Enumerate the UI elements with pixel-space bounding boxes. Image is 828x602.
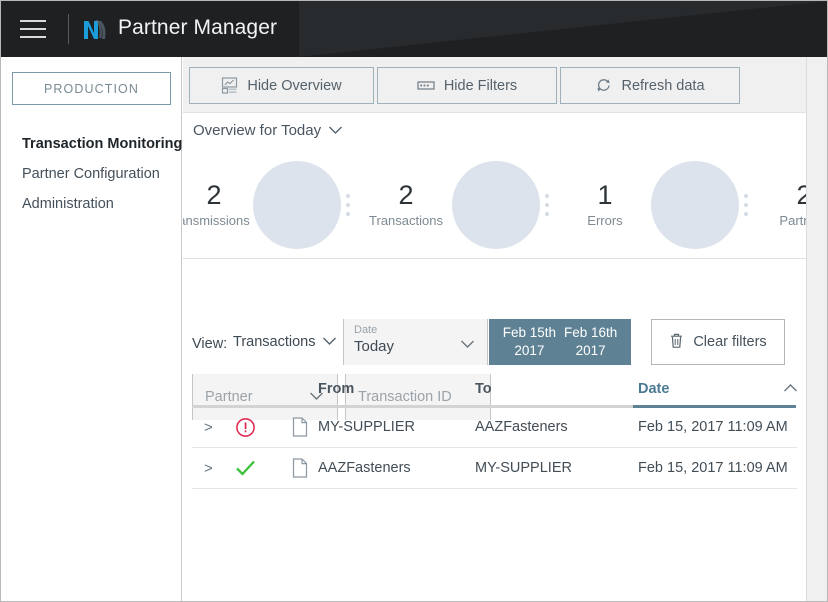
row-to-value: AAZFasteners [475, 419, 568, 435]
trash-icon [669, 332, 684, 353]
date-range-end: Feb 16th 2017 [564, 324, 617, 360]
overview-tiles: 2 ansmissions 2 Transactions [183, 152, 806, 257]
tile-chart-circle [253, 161, 341, 249]
tile-overflow-menu-icon[interactable] [346, 194, 350, 216]
table-row[interactable]: > AAZFasteners MY-SUPPLIER Feb 15, 2017 … [192, 448, 797, 489]
overview-tile-transmissions[interactable]: 2 ansmissions [183, 152, 350, 257]
column-header-to[interactable]: To [475, 381, 492, 397]
sidebar-item-administration[interactable]: Administration [1, 189, 182, 219]
tile-label: Partners [758, 213, 806, 228]
tile-overflow-menu-icon[interactable] [545, 194, 549, 216]
overview-panel: Overview for Today 2 ansmissions 2 [183, 114, 806, 259]
chevron-down-icon [328, 122, 343, 139]
row-to-value: MY-SUPPLIER [475, 460, 572, 476]
sidebar: PRODUCTION Transaction Monitoring Partne… [1, 57, 182, 602]
view-label: View: [192, 336, 227, 352]
refresh-icon [595, 77, 612, 94]
date-filter-select[interactable]: Date Today [343, 319, 488, 365]
date-range-chip[interactable]: Feb 15th 2017 Feb 16th 2017 [489, 319, 631, 365]
refresh-data-button[interactable]: Refresh data [560, 67, 740, 104]
dashboard-chart-icon [221, 77, 238, 94]
tile-overflow-menu-icon[interactable] [744, 194, 748, 216]
date-range-start-day: Feb 15th [503, 324, 556, 342]
check-icon [235, 458, 257, 478]
table-header-row: From To Date [183, 370, 806, 407]
view-selector[interactable]: Transactions [233, 334, 337, 350]
tile-value: 2 [183, 181, 253, 209]
sidebar-item-transaction-monitoring[interactable]: Transaction Monitoring [1, 129, 182, 159]
clear-filters-button[interactable]: Clear filters [651, 319, 785, 365]
hide-filters-button[interactable]: Hide Filters [377, 67, 557, 104]
date-range-end-day: Feb 16th [564, 324, 617, 342]
sidebar-nav: Transaction Monitoring Partner Configura… [1, 129, 182, 219]
table-row[interactable]: > MY-SUPPLIER AAZFasteners Feb [192, 407, 797, 448]
date-range-end-year: 2017 [564, 342, 617, 360]
view-selector-value: Transactions [233, 334, 315, 350]
document-icon [292, 458, 308, 478]
tile-chart-circle [452, 161, 540, 249]
overview-tile-errors[interactable]: 1 Errors [559, 152, 748, 257]
app-title: Partner Manager [118, 16, 277, 40]
column-header-from[interactable]: From [318, 381, 354, 397]
tile-label: Errors [559, 213, 651, 228]
clear-filters-label: Clear filters [693, 334, 766, 350]
refresh-data-label: Refresh data [621, 78, 704, 94]
tile-value: 2 [758, 181, 806, 209]
hide-filters-label: Hide Filters [444, 78, 517, 94]
date-filter-value: Today [354, 338, 477, 355]
row-date-value: Feb 15, 2017 11:09 AM [638, 460, 788, 476]
application-window: Partner Manager PRODUCTION Transaction M… [0, 0, 828, 602]
header-divider [68, 14, 69, 44]
date-range-start: Feb 15th 2017 [503, 324, 556, 360]
tile-chart-circle [651, 161, 739, 249]
column-header-date[interactable]: Date [638, 381, 669, 397]
document-icon [292, 417, 308, 437]
tile-label: Transactions [360, 213, 452, 228]
sidebar-item-partner-configuration[interactable]: Partner Configuration [1, 159, 182, 189]
tile-label: ansmissions [183, 213, 253, 228]
hide-overview-button[interactable]: Hide Overview [189, 67, 374, 104]
app-logo-icon [81, 17, 109, 43]
vertical-scrollbar[interactable] [806, 57, 828, 602]
row-expand-toggle[interactable]: > [204, 460, 213, 477]
date-filter-label: Date [354, 324, 477, 337]
filters-panel: View: Transactions Date Today Feb 15th 2… [183, 260, 806, 370]
tile-value: 2 [360, 181, 452, 209]
row-expand-toggle[interactable]: > [204, 419, 213, 436]
app-header-bar: Partner Manager [1, 1, 828, 57]
filter-bar-icon [417, 79, 435, 92]
overview-tile-transactions[interactable]: 2 Transactions [360, 152, 549, 257]
overview-heading-toggle[interactable]: Overview for Today [193, 122, 343, 139]
overview-heading-label: Overview for Today [193, 122, 321, 139]
overview-tile-partners[interactable]: 2 Partners [758, 152, 806, 257]
chevron-up-icon[interactable] [783, 380, 798, 398]
transactions-table: From To Date > [183, 370, 806, 602]
tile-value: 1 [559, 181, 651, 209]
date-range-start-year: 2017 [503, 342, 556, 360]
error-circle-icon [235, 417, 256, 438]
header-diagonal-decoration [299, 1, 828, 57]
chevron-down-icon [322, 334, 337, 350]
content-toolbar: Hide Overview Hide Filters [183, 57, 806, 113]
hamburger-menu-icon[interactable] [20, 18, 46, 40]
chevron-down-icon [460, 339, 475, 349]
environment-selector-button[interactable]: PRODUCTION [12, 72, 171, 105]
row-from-value: MY-SUPPLIER [318, 419, 415, 435]
row-from-value: AAZFasteners [318, 460, 411, 476]
main-content: Hide Overview Hide Filters [183, 57, 806, 602]
row-date-value: Feb 15, 2017 11:09 AM [638, 419, 788, 435]
hide-overview-label: Hide Overview [247, 78, 341, 94]
